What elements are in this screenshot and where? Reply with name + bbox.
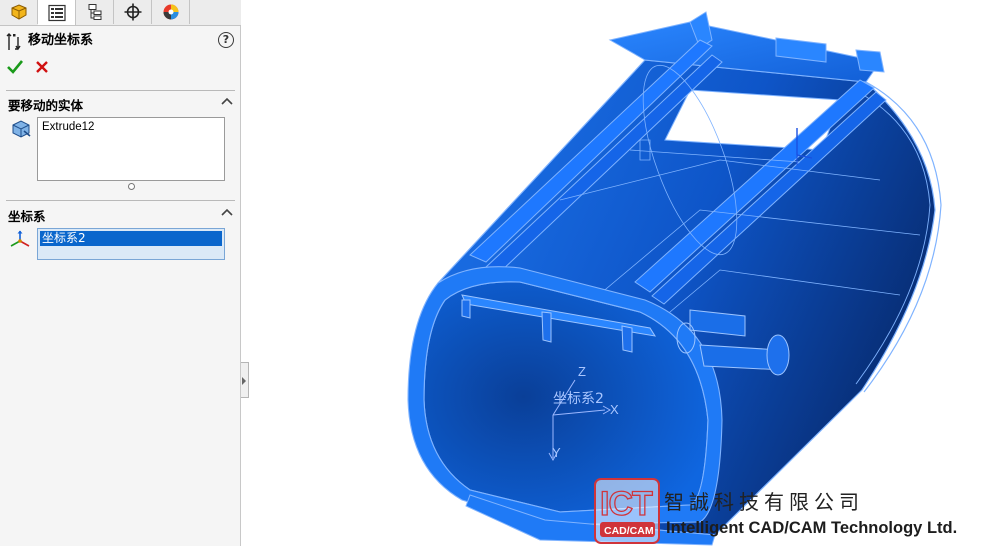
coordinate-system-section-label: 坐标系	[8, 209, 46, 224]
bodies-section-header[interactable]: 要移动的实体	[0, 92, 241, 114]
triad-y-label: Y	[552, 445, 561, 460]
extrude12-model[interactable]	[407, 11, 942, 546]
checkmark-icon	[7, 60, 24, 74]
panel-title-row: 移动坐标系 ?	[6, 32, 234, 52]
solid-body-icon	[12, 120, 31, 138]
logo-subtitle: CAD/CAM	[604, 525, 654, 537]
list-item[interactable]: 坐标系2	[40, 231, 222, 246]
dimxpert-icon	[124, 3, 141, 21]
triad-z-label: Z	[578, 364, 586, 379]
company-name-english: Intelligent CAD/CAM Technology Ltd.	[666, 519, 958, 537]
configuration-manager-icon	[88, 4, 101, 20]
panel-tab-bar	[0, 0, 241, 26]
property-manager-icon	[47, 4, 66, 21]
triad-x-label: X	[610, 402, 619, 417]
tab-property-manager[interactable]	[38, 0, 76, 25]
company-name-chinese: 智誠科技有限公司	[664, 490, 864, 514]
chevron-up-icon[interactable]	[221, 207, 233, 217]
ok-button[interactable]	[6, 58, 24, 78]
tab-dimxpert-manager[interactable]	[114, 0, 152, 24]
feature-manager-icon	[11, 4, 26, 20]
ict-logo: ICT CAD/CAM	[594, 478, 660, 544]
help-icon[interactable]: ?	[218, 32, 234, 48]
list-item[interactable]: Extrude12	[42, 121, 94, 133]
tab-display-manager[interactable]	[152, 0, 190, 24]
divider	[6, 90, 235, 91]
tab-feature-manager[interactable]	[0, 0, 38, 24]
coordinate-system-name-label: 坐标系2	[553, 391, 604, 407]
tab-configuration-manager[interactable]	[76, 0, 114, 24]
divider	[6, 200, 235, 201]
close-icon	[36, 61, 48, 73]
panel-collapse-handle[interactable]	[241, 362, 249, 398]
display-manager-icon	[163, 4, 178, 20]
bodies-section-label: 要移动的实体	[8, 98, 84, 113]
chevron-up-icon[interactable]	[221, 96, 233, 106]
top-notch	[855, 49, 885, 73]
logo-letters: ICT	[600, 485, 653, 523]
graphics-viewport[interactable]: Z X Y 坐标系2 ICT CAD/CAM	[250, 0, 988, 546]
coordinate-system-section-header[interactable]: 坐标系	[0, 203, 241, 225]
side-boss-hole	[766, 334, 790, 376]
move-coordinate-system-icon	[6, 33, 21, 51]
list-resize-handle[interactable]	[128, 183, 135, 190]
page-title: 移动坐标系	[28, 33, 94, 48]
property-manager-panel: 移动坐标系 ? 要移动的实体 Extrude12 坐标系 坐标系2	[0, 0, 241, 546]
coordinate-system-selection-box[interactable]: 坐标系2	[37, 228, 225, 260]
bodies-to-move-list[interactable]: Extrude12	[37, 117, 225, 181]
coordinate-system-icon	[10, 230, 30, 247]
cancel-button[interactable]	[33, 58, 51, 78]
